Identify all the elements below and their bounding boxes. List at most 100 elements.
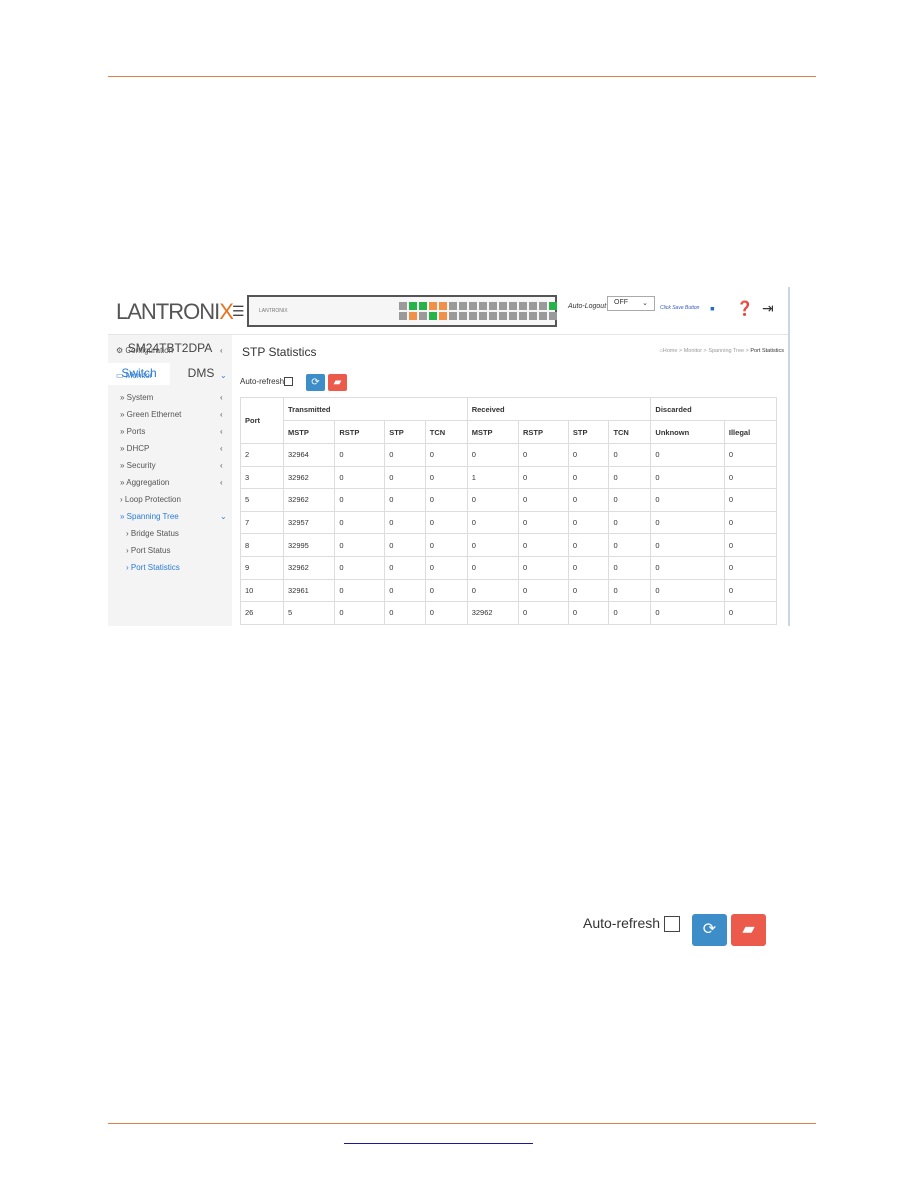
sidebar-item[interactable]: » Security ‹ bbox=[120, 461, 223, 470]
chevron-icon: ‹ bbox=[220, 346, 223, 355]
table-cell: 0 bbox=[608, 533, 652, 557]
table-cell: 0 bbox=[650, 443, 725, 467]
sidebar-item-label: Configuration bbox=[125, 346, 173, 355]
port-led bbox=[539, 302, 547, 310]
sidebar-item[interactable]: ▭ Monitor ⌄ bbox=[116, 371, 227, 380]
auto-refresh-label: Auto-refresh bbox=[240, 377, 285, 386]
auto-refresh-checkbox[interactable] bbox=[284, 377, 294, 387]
group-received: Received bbox=[466, 397, 652, 421]
table-cell: 0 bbox=[424, 601, 468, 625]
table-cell: 32957 bbox=[282, 510, 336, 535]
sidebar-item[interactable]: » Spanning Tree ⌄ bbox=[120, 512, 227, 521]
sidebar-item-label: › Port Statistics bbox=[126, 563, 180, 572]
table-cell: 0 bbox=[384, 488, 426, 512]
table-cell: 0 bbox=[424, 533, 468, 557]
sidebar-item[interactable]: › Port Statistics bbox=[126, 563, 180, 572]
refresh-detail-button[interactable]: ⟳ bbox=[692, 914, 727, 946]
column-header: TCN bbox=[424, 420, 468, 444]
table-cell: 0 bbox=[424, 488, 468, 512]
table-row: 2 32964 0 0 0 0 0 0 0 0 0 bbox=[240, 443, 778, 467]
auto-logout-select[interactable]: OFF ⌄ bbox=[607, 296, 655, 311]
help-icon[interactable]: ❓ bbox=[736, 300, 753, 317]
table-cell: 32964 bbox=[282, 443, 336, 467]
table-cell: 0 bbox=[424, 510, 468, 535]
sidebar-item[interactable]: » DHCP ‹ bbox=[120, 444, 223, 453]
column-header: Illegal bbox=[723, 420, 778, 444]
logo: LANTRONIX bbox=[116, 299, 234, 324]
table-cell: 0 bbox=[334, 510, 386, 535]
table-cell: 32961 bbox=[282, 578, 336, 603]
table-cell: 0 bbox=[384, 443, 426, 467]
table-cell: 0 bbox=[518, 555, 569, 580]
clear-button[interactable]: ▰ bbox=[328, 374, 347, 391]
table-cell: 0 bbox=[424, 443, 468, 467]
port-led bbox=[429, 312, 437, 320]
port-led bbox=[529, 312, 537, 320]
auto-refresh-detail-checkbox[interactable] bbox=[663, 916, 680, 933]
table-cell: 0 bbox=[567, 510, 610, 535]
sidebar-item[interactable]: » Green Ethernet ‹ bbox=[120, 410, 223, 419]
clear-detail-button[interactable]: ▰ bbox=[731, 914, 766, 946]
port-led bbox=[549, 312, 557, 320]
table-cell: 0 bbox=[334, 443, 386, 467]
sidebar-item-label: » Green Ethernet bbox=[120, 410, 182, 419]
menu-icon[interactable]: ☰ bbox=[232, 303, 245, 320]
table-cell: 0 bbox=[518, 465, 569, 490]
table-cell: 0 bbox=[334, 555, 386, 580]
auto-refresh-detail-label: Auto-refresh bbox=[583, 915, 661, 931]
port-led bbox=[489, 312, 497, 320]
sidebar-item[interactable]: ⚙ Configuration ‹ bbox=[116, 346, 223, 355]
port-led bbox=[409, 312, 417, 320]
breadcrumb-spanning-tree[interactable]: Spanning Tree bbox=[708, 348, 744, 354]
table-cell: 0 bbox=[723, 465, 778, 490]
table-cell: 0 bbox=[567, 555, 610, 580]
table-cell: 9 bbox=[240, 555, 284, 580]
table-row: 8 32995 0 0 0 0 0 0 0 0 0 bbox=[240, 533, 778, 557]
sidebar-item[interactable]: » Ports ‹ bbox=[120, 427, 223, 436]
refresh-button[interactable]: ⟳ bbox=[306, 374, 325, 391]
table-cell: 5 bbox=[282, 601, 336, 625]
table-cell: 0 bbox=[466, 443, 520, 467]
table-cell: 0 bbox=[384, 578, 426, 603]
sidebar-item[interactable]: › Loop Protection bbox=[120, 495, 181, 504]
sidebar-item[interactable]: › Port Status bbox=[126, 546, 170, 555]
sidebar-item-label: » DHCP bbox=[120, 444, 150, 453]
table-row: 9 32962 0 0 0 0 0 0 0 0 0 bbox=[240, 555, 778, 580]
port-led bbox=[469, 312, 477, 320]
table-cell: 0 bbox=[608, 555, 652, 580]
port-grid bbox=[399, 302, 557, 320]
click-save-hint: Click Save Button bbox=[660, 305, 700, 311]
sidebar-item[interactable]: » System ‹ bbox=[120, 393, 223, 402]
table-cell: 0 bbox=[650, 465, 725, 490]
port-led bbox=[539, 312, 547, 320]
port-led bbox=[509, 312, 517, 320]
table-row: 3 32962 0 0 0 1 0 0 0 0 0 bbox=[240, 465, 778, 490]
breadcrumb-monitor[interactable]: Monitor bbox=[684, 348, 702, 354]
sidebar-item-label: » Aggregation bbox=[120, 478, 170, 487]
table-cell: 0 bbox=[518, 533, 569, 557]
auto-logout-label: Auto-Logout bbox=[568, 303, 607, 310]
port-led bbox=[449, 302, 457, 310]
table-row: 10 32961 0 0 0 0 0 0 0 0 0 bbox=[240, 578, 778, 603]
table-cell: 0 bbox=[567, 443, 610, 467]
table-cell: 0 bbox=[466, 533, 520, 557]
ui-screenshot: LANTRONIX ☰ LANTRONIX Auto-Logout OFF ⌄ C… bbox=[108, 287, 790, 626]
auto-refresh-detail: Auto-refresh bbox=[583, 915, 680, 933]
sidebar-item[interactable]: › Bridge Status bbox=[126, 529, 179, 538]
table-cell: 0 bbox=[384, 555, 426, 580]
chevron-icon: ⌄ bbox=[220, 371, 227, 380]
table-row: 7 32957 0 0 0 0 0 0 0 0 0 bbox=[240, 510, 778, 535]
table-cell: 0 bbox=[650, 488, 725, 512]
table-cell: 8 bbox=[240, 533, 284, 557]
table-cell: 0 bbox=[723, 601, 778, 625]
table-cell: 0 bbox=[518, 443, 569, 467]
save-icon[interactable]: ▪ bbox=[710, 300, 715, 316]
port-led bbox=[549, 302, 557, 310]
sidebar-item[interactable]: » Aggregation ‹ bbox=[120, 478, 223, 487]
table-cell: 0 bbox=[424, 555, 468, 580]
column-header: TCN bbox=[608, 420, 652, 444]
breadcrumb-home[interactable]: Home bbox=[663, 348, 678, 354]
footer-link[interactable] bbox=[344, 1143, 533, 1144]
group-transmitted: Transmitted bbox=[283, 397, 468, 421]
logout-icon[interactable]: ⇥ bbox=[762, 300, 774, 317]
